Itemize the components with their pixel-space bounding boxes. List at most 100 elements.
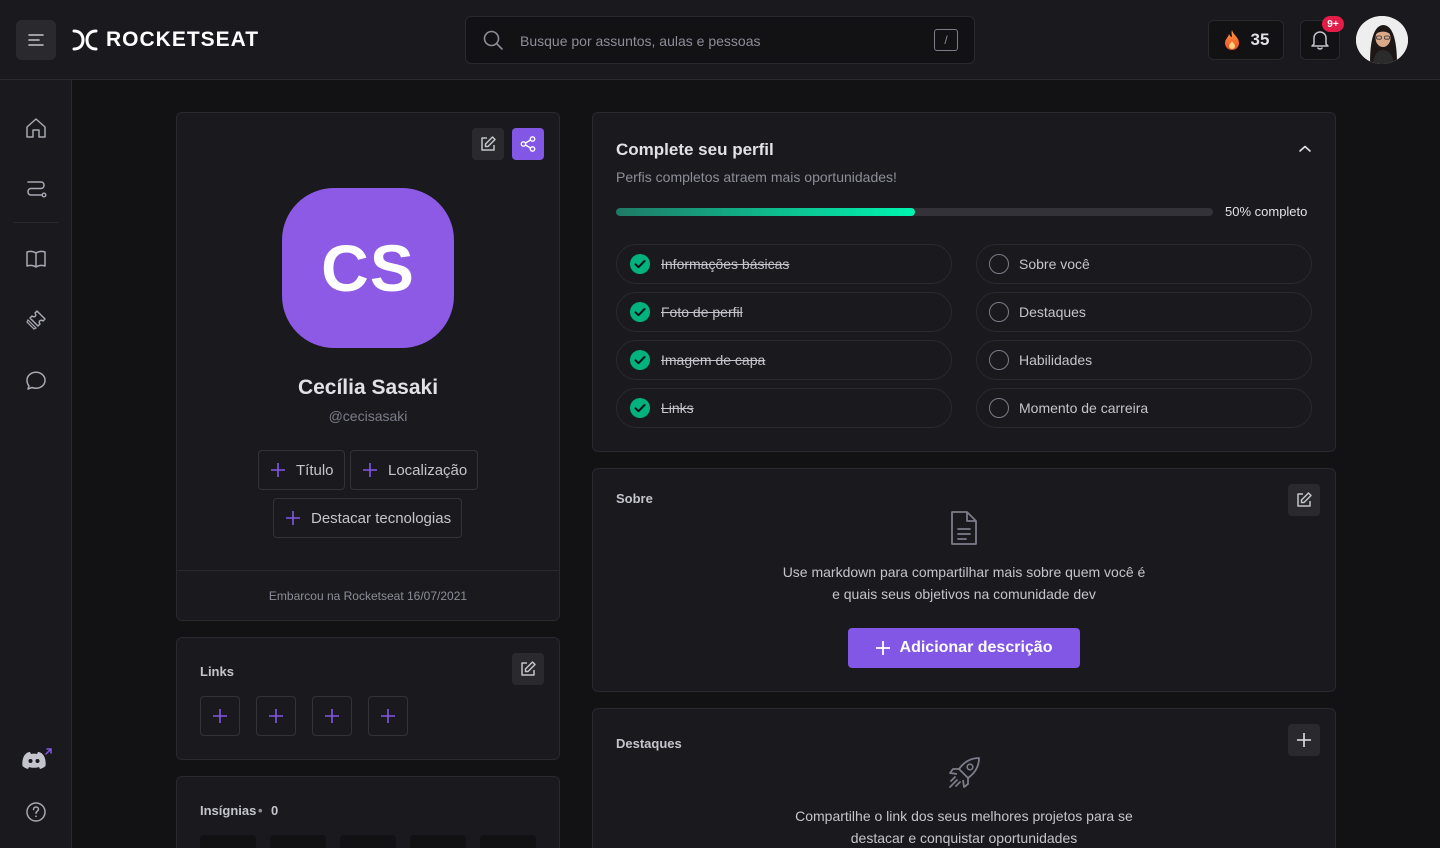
collapse-button[interactable] — [1293, 137, 1317, 161]
edit-icon — [1297, 492, 1312, 507]
check-circle-icon — [630, 398, 650, 418]
brand-logo[interactable]: ROCKETSEAT — [72, 28, 259, 52]
streak-count: 35 — [1250, 30, 1270, 49]
sidebar-item-path[interactable] — [20, 173, 52, 205]
badges-separator: • — [258, 803, 263, 818]
highlights-empty-line1: Compartilhe o link dos seus melhores pro… — [795, 808, 1133, 824]
search-bar[interactable]: / — [465, 16, 975, 64]
streak-counter[interactable]: 35 — [1208, 20, 1284, 60]
rocket-icon — [949, 757, 980, 788]
share-profile-button[interactable] — [512, 128, 544, 160]
plus-icon — [271, 463, 285, 477]
user-avatar[interactable] — [1356, 16, 1408, 64]
sidebar-item-catalog[interactable] — [20, 243, 52, 275]
plus-icon — [381, 709, 395, 723]
edit-profile-button[interactable] — [472, 128, 504, 160]
badge-slot — [480, 835, 536, 848]
sidebar-divider — [14, 222, 58, 223]
sidebar-item-discord[interactable] — [20, 744, 52, 776]
highlights-card: Destaques Compartilhe o link dos seus me… — [592, 708, 1336, 848]
badge-slot — [270, 835, 326, 848]
add-link-slot[interactable] — [256, 696, 296, 736]
badges-count: 0 — [271, 803, 279, 818]
edit-icon — [481, 136, 496, 151]
rocketseat-logo-icon — [72, 29, 98, 51]
highlight-technologies-chip[interactable]: Destacar tecnologias — [273, 498, 463, 538]
empty-circle-icon — [989, 254, 1009, 274]
top-header: ROCKETSEAT / 35 9+ — [0, 0, 1440, 80]
empty-circle-icon — [989, 398, 1009, 418]
empty-circle-icon — [989, 350, 1009, 370]
checklist-item-links[interactable]: Links — [616, 388, 952, 428]
checklist-item-highlights[interactable]: Destaques — [976, 292, 1312, 332]
search-input[interactable] — [520, 29, 900, 53]
add-title-chip[interactable]: Título — [258, 450, 345, 490]
chevron-up-icon — [1299, 145, 1311, 152]
profile-avatar[interactable]: CS — [282, 188, 454, 348]
chat-icon — [26, 371, 46, 390]
add-location-chip[interactable]: Localização — [350, 450, 479, 490]
add-link-slot[interactable] — [312, 696, 352, 736]
chip-label: Destacar tecnologias — [311, 509, 452, 527]
checklist-label: Habilidades — [1019, 352, 1093, 368]
user-photo-icon — [1356, 16, 1408, 64]
sidebar-item-forum[interactable] — [20, 364, 52, 396]
checklist-item-about[interactable]: Sobre você — [976, 244, 1312, 284]
plus-icon — [875, 641, 890, 655]
sidebar-item-home[interactable] — [20, 112, 52, 144]
highlights-title: Destaques — [616, 736, 682, 751]
badges-card: Insígnias • 0 — [176, 776, 560, 848]
add-description-label: Adicionar descrição — [899, 639, 1053, 656]
sidebar — [0, 80, 72, 848]
about-empty-line2: e quais seus objetivos na comunidade dev — [832, 586, 1096, 602]
checklist-item-skills[interactable]: Habilidades — [976, 340, 1312, 380]
complete-profile-card: Complete seu perfil Perfis completos atr… — [592, 112, 1336, 452]
discord-icon — [22, 748, 52, 769]
share-icon — [520, 136, 536, 152]
chip-label: Localização — [388, 461, 468, 479]
home-icon — [26, 118, 46, 138]
checklist-label: Sobre você — [1019, 256, 1090, 272]
add-link-slot[interactable] — [368, 696, 408, 736]
badge-slot — [340, 835, 396, 848]
complete-profile-title: Complete seu perfil — [616, 140, 774, 159]
notifications-badge: 9+ — [1322, 16, 1344, 32]
plus-icon — [363, 463, 377, 477]
links-title: Links — [200, 664, 234, 679]
check-circle-icon — [630, 302, 650, 322]
checklist-label: Destaques — [1019, 304, 1086, 320]
edit-links-button[interactable] — [512, 653, 544, 685]
plus-icon — [1297, 733, 1311, 747]
checklist-item-career-moment[interactable]: Momento de carreira — [976, 388, 1312, 428]
checklist-label: Foto de perfil — [661, 304, 743, 320]
about-empty-line1: Use markdown para compartilhar mais sobr… — [782, 564, 1146, 580]
badges-title: Insígnias — [200, 803, 257, 818]
add-description-button[interactable]: Adicionar descrição — [848, 628, 1080, 668]
checklist-item-cover-image[interactable]: Imagem de capa — [616, 340, 952, 380]
sidebar-item-events[interactable] — [20, 304, 52, 336]
chip-label: Título — [296, 461, 334, 479]
bell-icon — [1311, 31, 1329, 50]
ticket-icon — [26, 310, 46, 330]
brand-name: ROCKETSEAT — [106, 28, 260, 51]
edit-about-button[interactable] — [1288, 484, 1320, 516]
path-icon — [27, 181, 47, 198]
profile-name: Cecília Sasaki — [297, 376, 439, 399]
about-card: Sobre Use markdown para compartilhar mai… — [592, 468, 1336, 692]
profile-card: CS Cecília Sasaki @cecisasaki Título Loc… — [176, 112, 560, 621]
add-highlight-button[interactable] — [1288, 724, 1320, 756]
badge-slot — [200, 835, 256, 848]
profile-initials: CS — [321, 231, 415, 305]
about-title: Sobre — [616, 491, 653, 506]
add-link-slot[interactable] — [200, 696, 240, 736]
checklist-item-profile-photo[interactable]: Foto de perfil — [616, 292, 952, 332]
progress-label: 50% completo — [1225, 204, 1308, 219]
document-icon — [951, 511, 977, 545]
checklist-label: Momento de carreira — [1019, 400, 1149, 416]
checklist-item-basic-info[interactable]: Informações básicas — [616, 244, 952, 284]
sidebar-item-help[interactable] — [20, 796, 52, 828]
menu-icon — [28, 34, 44, 46]
checklist-label: Imagem de capa — [661, 352, 766, 368]
checklist-label: Informações básicas — [661, 256, 790, 272]
menu-button[interactable] — [16, 20, 56, 60]
